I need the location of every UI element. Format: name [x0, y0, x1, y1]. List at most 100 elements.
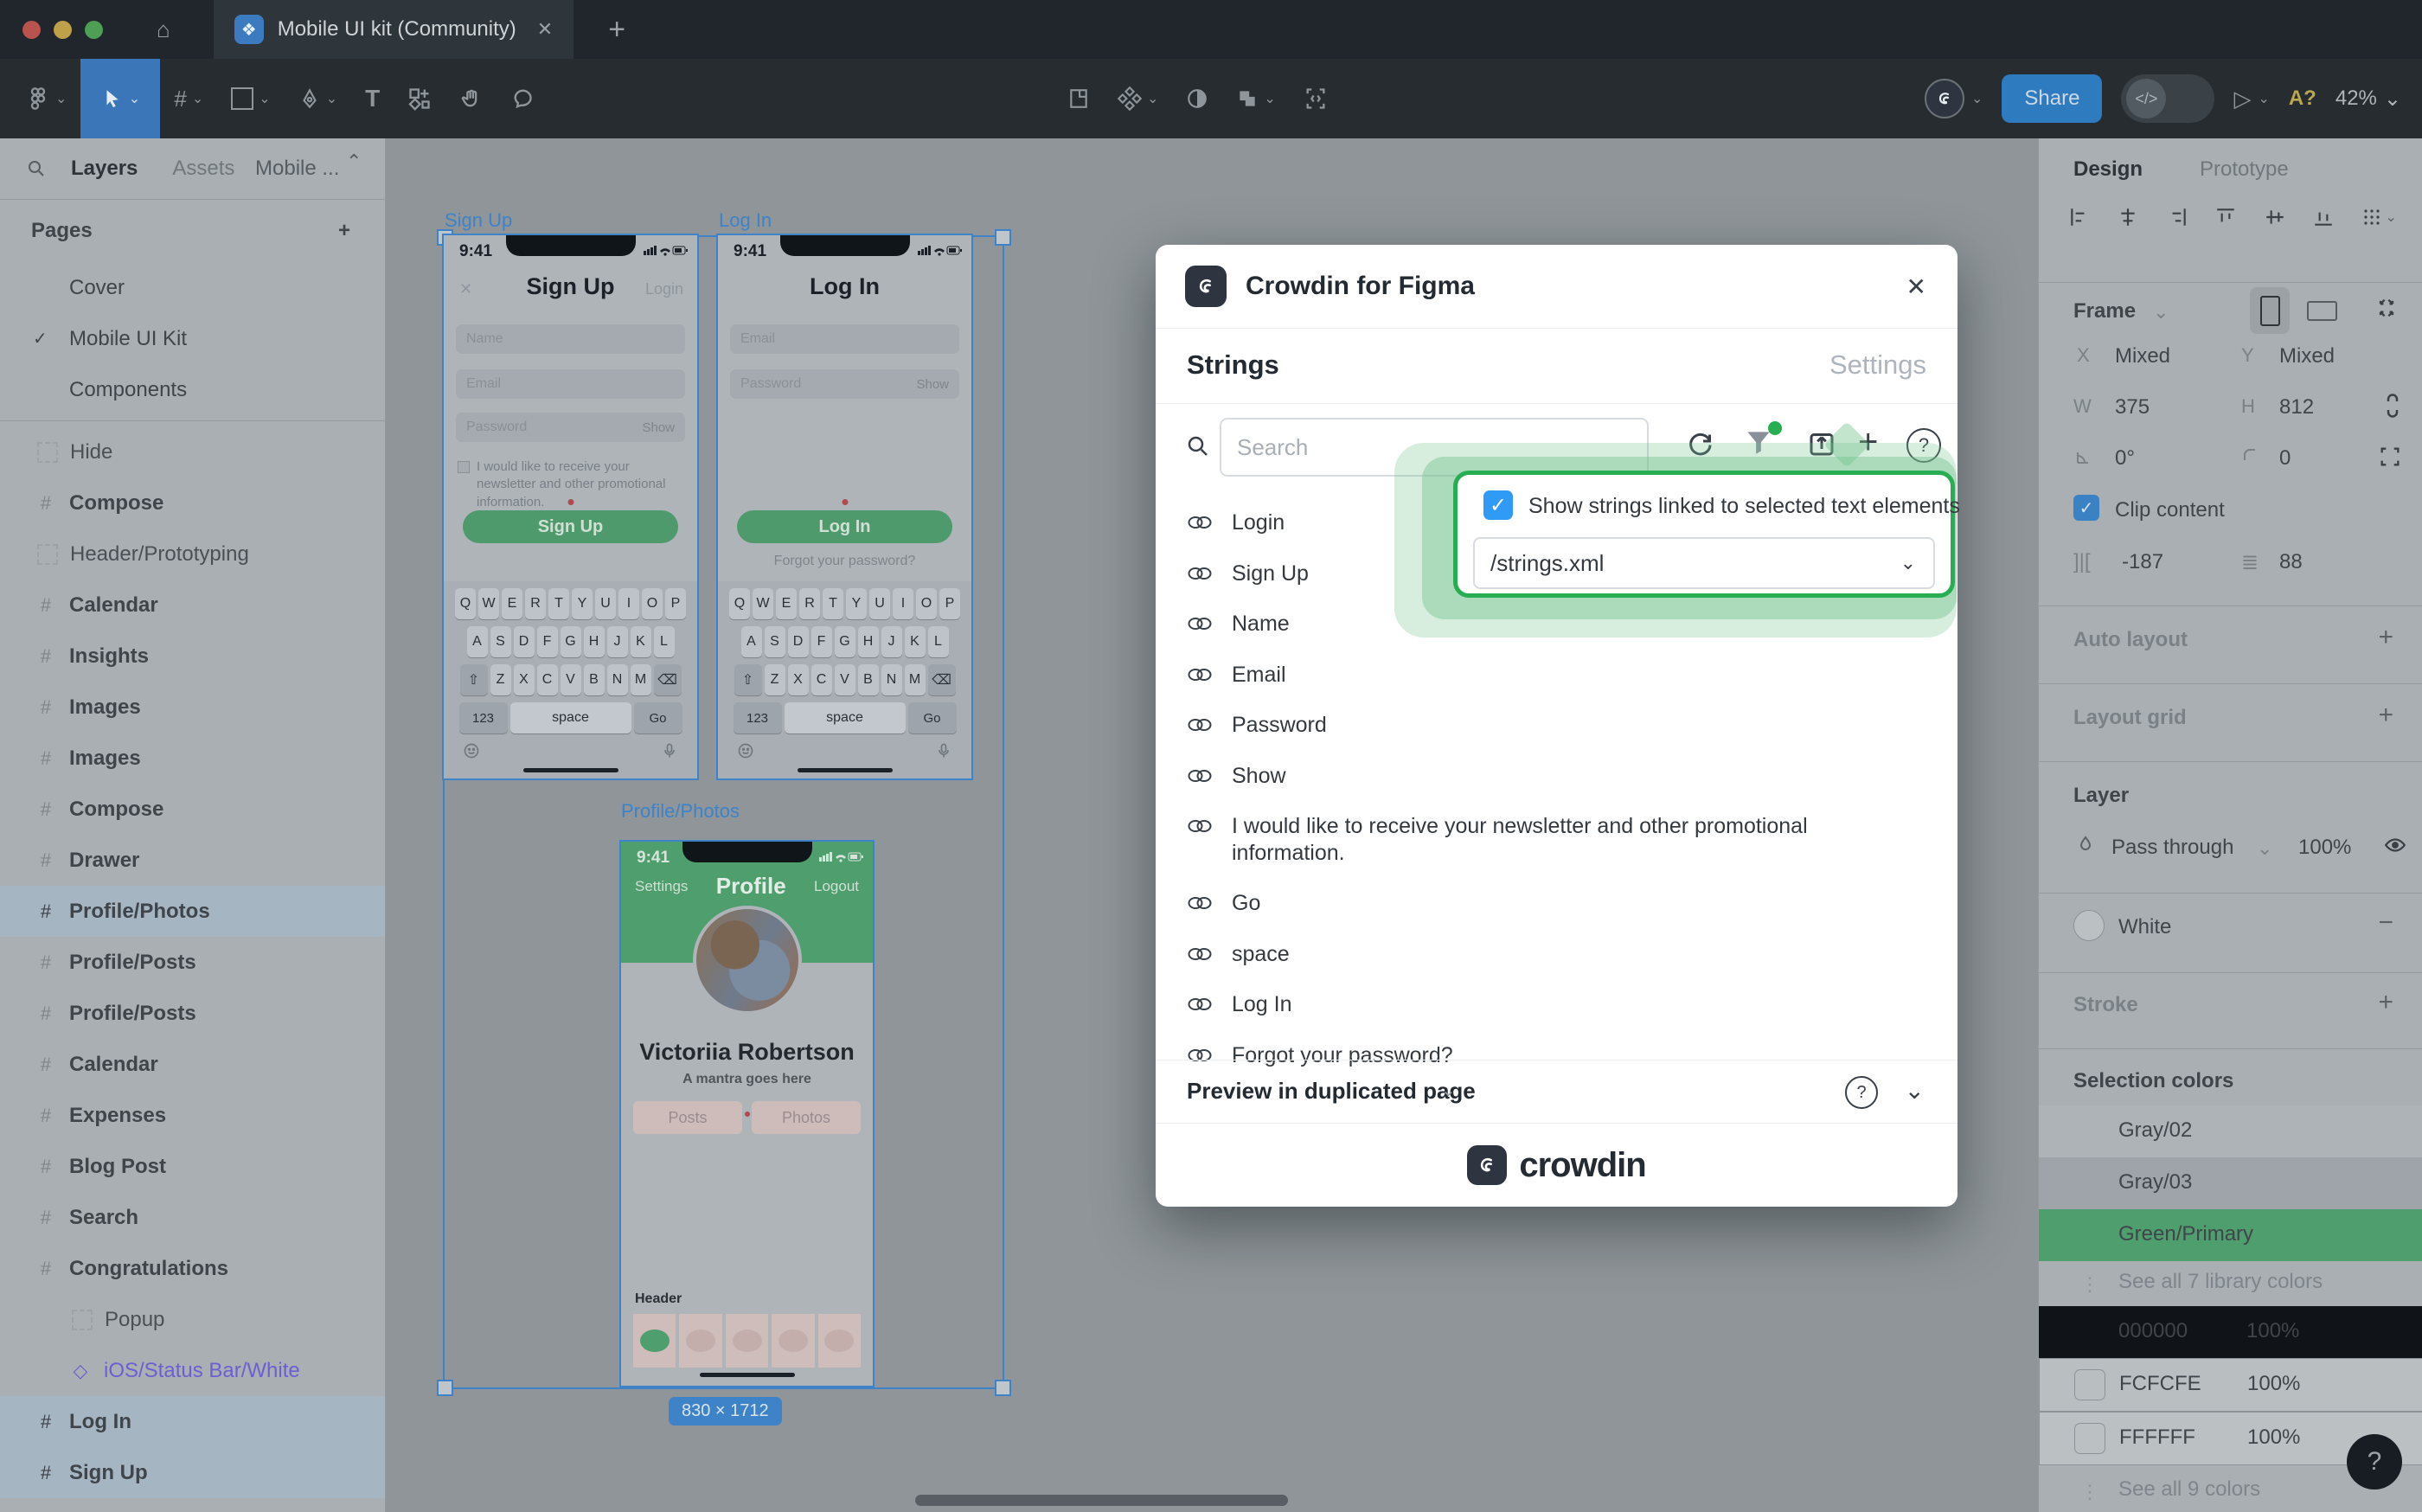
layer-row[interactable]: Congratulations	[0, 1243, 385, 1294]
login-frame[interactable]: 9:41 Log In Email PasswordShow Log In Fo…	[718, 235, 971, 778]
horizontal-scrollbar[interactable]	[915, 1495, 1288, 1506]
new-tab-button[interactable]: +	[608, 13, 625, 47]
help-icon[interactable]: ?	[1845, 1076, 1878, 1109]
layer-row[interactable]: Log In	[0, 1396, 385, 1447]
present-button[interactable]: ▷ ⌄	[2233, 86, 2269, 112]
visibility-eye-icon[interactable]	[2383, 834, 2407, 856]
see-all-colors-link[interactable]: See all 9 colors	[2118, 1477, 2260, 1502]
tab-design[interactable]: Design	[2073, 157, 2143, 182]
tab-layers[interactable]: Layers	[71, 157, 138, 181]
page-item[interactable]: ✓ Mobile UI Kit	[0, 313, 385, 364]
selection-handle[interactable]	[995, 229, 1011, 246]
tab-prototype[interactable]: Prototype	[2200, 157, 2289, 182]
show-linked-checkbox[interactable]: ✓	[1483, 490, 1513, 520]
edit-object-button[interactable]	[1054, 59, 1104, 138]
layer-row[interactable]: Search	[0, 1192, 385, 1243]
hex-color-row[interactable]: 000000 100%	[2039, 1306, 2422, 1358]
layer-row[interactable]: Blog Post	[0, 1141, 385, 1192]
hand-tool-button[interactable]	[445, 59, 497, 138]
height-value[interactable]: 812	[2279, 395, 2314, 420]
align-horizontal-center-icon[interactable]	[2117, 206, 2139, 228]
file-select[interactable]: /strings.xml ⌄	[1473, 537, 1935, 589]
x-position-value[interactable]: Mixed	[2115, 344, 2170, 368]
account-menu[interactable]: ⌄	[1925, 79, 1983, 119]
layer-row[interactable]: Popup	[0, 1294, 385, 1345]
frame-label-login[interactable]: Log In	[719, 209, 772, 232]
see-library-colors-link[interactable]: See all 7 library colors	[2118, 1270, 2323, 1294]
home-icon[interactable]: ⌂	[157, 16, 170, 43]
component-button[interactable]: ⌄	[1104, 59, 1172, 138]
pen-tool-button[interactable]: ⌄	[285, 59, 351, 138]
layer-row[interactable]: Compose	[0, 784, 385, 835]
add-stroke-button[interactable]: +	[2378, 988, 2393, 1017]
layer-row[interactable]: Expenses	[0, 1090, 385, 1141]
align-top-icon[interactable]	[2214, 206, 2237, 228]
main-menu-button[interactable]: ⌄	[12, 59, 80, 138]
fill-style-swatch[interactable]	[2073, 910, 2105, 941]
comment-tool-button[interactable]	[497, 59, 549, 138]
zoom-window-button[interactable]	[85, 21, 103, 39]
chevron-up-icon[interactable]: ⌃	[346, 151, 362, 173]
layer-row[interactable]: Compose	[0, 477, 385, 529]
minimize-window-button[interactable]	[54, 21, 72, 39]
layer-row[interactable]: Insights	[0, 631, 385, 682]
page-item[interactable]: ✓ Cover	[0, 262, 385, 313]
layer-row[interactable]: Sign Up	[0, 1447, 385, 1498]
add-layout-grid-button[interactable]: +	[2378, 701, 2393, 730]
fill-style-name[interactable]: White	[2118, 915, 2171, 939]
close-window-button[interactable]	[22, 21, 41, 39]
string-row[interactable]: space	[1156, 929, 1957, 980]
search-icon[interactable]	[26, 158, 47, 179]
blend-mode-value[interactable]: Pass through	[2111, 836, 2233, 860]
collapse-chevron-icon[interactable]: ⌄	[1905, 1076, 1925, 1105]
preview-label[interactable]: Preview in duplicated page	[1187, 1078, 1476, 1105]
string-row[interactable]: Password	[1156, 700, 1957, 751]
vertical-gap-value[interactable]: 88	[2279, 550, 2303, 574]
dev-mode-toggle[interactable]: </>	[2121, 74, 2214, 123]
width-value[interactable]: 375	[2115, 395, 2150, 420]
chevron-down-icon[interactable]: ⌄	[2257, 837, 2272, 860]
constrain-proportions-icon[interactable]	[2381, 393, 2404, 419]
string-row[interactable]: Go	[1156, 878, 1957, 929]
profile-frame[interactable]: 9:41 Settings Profile Logout Victoriia R…	[621, 842, 873, 1386]
library-menu[interactable]: Mobile ...	[255, 157, 339, 181]
text-tool-button[interactable]: T	[351, 59, 394, 138]
align-vertical-center-icon[interactable]	[2264, 206, 2286, 228]
chevron-down-icon[interactable]: ⌄	[2153, 301, 2169, 324]
layer-row[interactable]: Header/Prototyping	[0, 529, 385, 580]
hex-color-row[interactable]: FCFCFE 100%	[2039, 1358, 2422, 1412]
rotation-value[interactable]: 0°	[2115, 446, 2135, 471]
selection-handle[interactable]	[437, 1380, 453, 1396]
portrait-orientation-button[interactable]	[2250, 287, 2290, 334]
selection-handle[interactable]	[995, 1380, 1011, 1396]
color-style-row[interactable]: Gray/03	[2039, 1157, 2422, 1209]
layer-row[interactable]: Profile/Posts	[0, 988, 385, 1039]
tidy-up-menu[interactable]: ⌄	[2361, 207, 2397, 227]
frame-tool-button[interactable]: #⌄	[160, 59, 217, 138]
color-style-row[interactable]: Green/Primary	[2039, 1209, 2422, 1261]
align-right-icon[interactable]	[2166, 206, 2188, 228]
tab-assets[interactable]: Assets	[172, 157, 234, 181]
mask-button[interactable]	[1172, 59, 1222, 138]
boolean-groups-button[interactable]: ⌄	[1222, 59, 1289, 138]
horizontal-gap-value[interactable]: -187	[2122, 550, 2163, 574]
string-row[interactable]: Show	[1156, 751, 1957, 802]
help-button[interactable]: ?	[2347, 1434, 2402, 1490]
tab-strings[interactable]: Strings	[1187, 349, 1279, 381]
file-tab[interactable]: ❖ Mobile UI kit (Community) ✕	[214, 0, 573, 59]
layer-row[interactable]: Profile/Photos	[0, 886, 385, 937]
color-style-row[interactable]: Gray/02	[2039, 1105, 2422, 1157]
resize-to-fit-icon[interactable]	[2374, 296, 2399, 320]
missing-fonts-badge[interactable]: A?	[2289, 86, 2316, 111]
clip-content-checkbox[interactable]: ✓	[2073, 495, 2099, 521]
resources-tool-button[interactable]	[394, 59, 445, 138]
close-icon[interactable]: ✕	[1906, 272, 1926, 301]
page-item[interactable]: ✓ Components	[0, 364, 385, 415]
frame-label-signup[interactable]: Sign Up	[445, 209, 512, 232]
string-row[interactable]: Log In	[1156, 979, 1957, 1030]
string-row[interactable]: I would like to receive your newsletter …	[1156, 801, 1957, 878]
string-row[interactable]: Email	[1156, 650, 1957, 701]
independent-corners-icon[interactable]	[2378, 445, 2402, 469]
tab-settings[interactable]: Settings	[1829, 349, 1926, 381]
signup-frame[interactable]: 9:41 ✕ Sign Up Login Name Email Password…	[444, 235, 697, 778]
